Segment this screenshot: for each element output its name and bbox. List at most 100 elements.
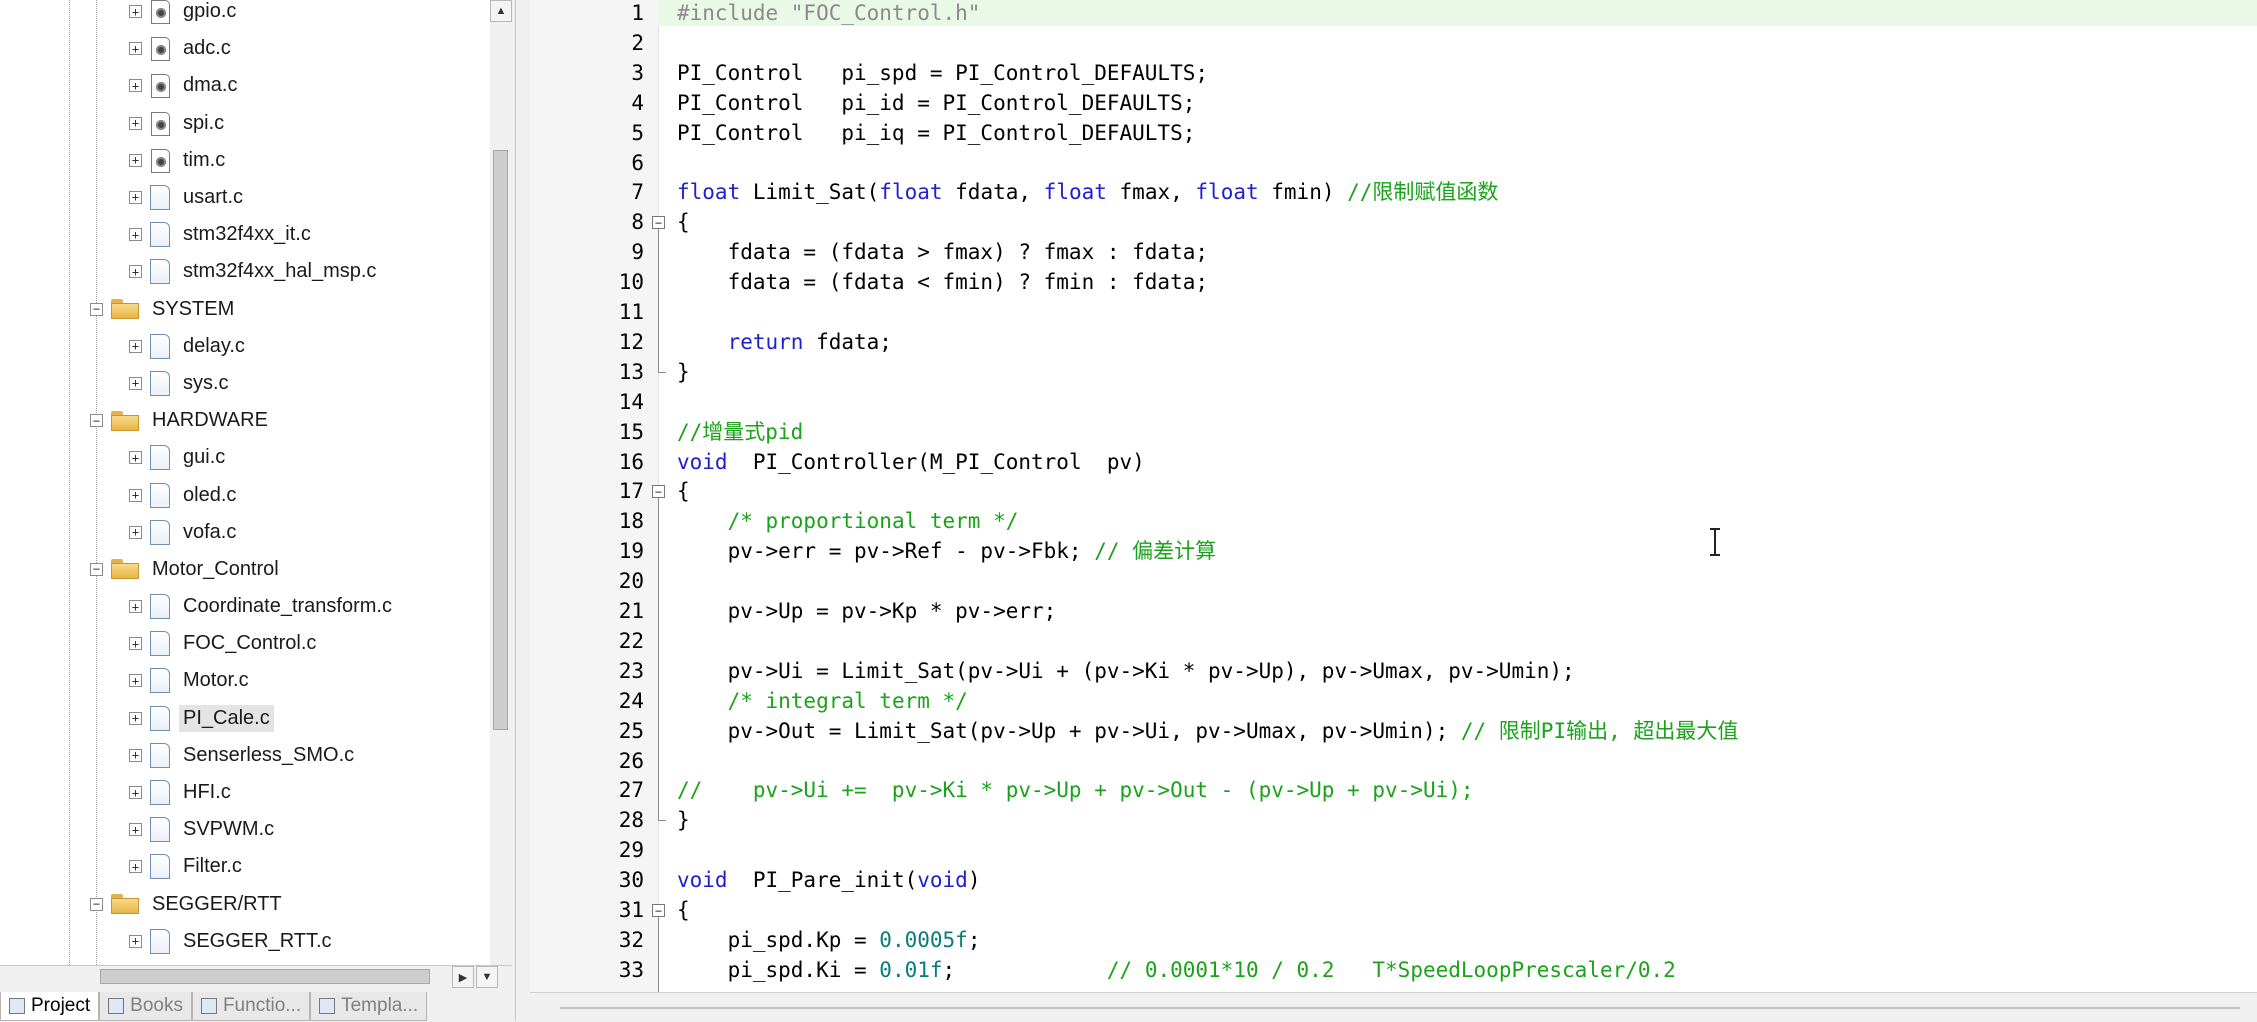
code-line[interactable]: 7 float Limit_Sat(float fdata, float fmax… [530,177,2257,207]
code-line[interactable]: 29 [530,835,2257,865]
code-line[interactable]: 16 void PI_Controller(M_PI_Control pv) [530,447,2257,477]
code-line[interactable]: 27 // pv->Ui += pv->Ki * pv->Up + pv->Out… [530,775,2257,805]
panel-tab[interactable]: Templa... [310,992,428,1021]
code-line[interactable]: 3 PI_Control pi_spd = PI_Control_DEFAULTS… [530,58,2257,88]
tree-file[interactable]: + Coordinate_transform.c [129,588,392,625]
code-line[interactable]: 22 [530,626,2257,656]
code-line[interactable]: 10 fdata = (fdata < fmin) ? fmin : fdata… [530,267,2257,297]
tree-horizontal-scrollbar[interactable]: ▶ ▼ [0,965,512,988]
tree-file[interactable]: + Filter.c [129,848,242,885]
code-line[interactable]: 19 pv->err = pv->Ref - pv->Fbk; // 偏差计算 [530,536,2257,566]
collapse-icon[interactable]: − [90,562,103,576]
expand-icon[interactable]: + [129,637,142,651]
tree-file[interactable]: + adc.c [129,30,231,67]
code-line[interactable]: 21 pv->Up = pv->Kp * pv->err; [530,596,2257,626]
code-line[interactable]: 33 pi_spd.Ki = 0.01f; // 0.0001*10 / 0.2… [530,955,2257,985]
tree-folder[interactable]: − HARDWARE [90,402,268,439]
expand-icon[interactable]: + [129,600,142,614]
tree-file[interactable]: + tim.c [129,142,225,179]
code-line[interactable]: 1 #include "FOC_Control.h" [530,0,2257,28]
tree-horizontal-scroll-thumb[interactable] [100,969,430,984]
expand-icon[interactable]: + [129,42,142,56]
expand-icon[interactable]: + [129,116,142,130]
expand-icon[interactable]: + [129,228,142,242]
code-line[interactable]: 15 //增量式pid [530,417,2257,447]
code-line[interactable]: 2 [530,28,2257,58]
code-line[interactable]: 26 [530,746,2257,776]
panel-tab[interactable]: Project [0,992,100,1021]
tree-file[interactable]: + stm32f4xx_it.c [129,216,311,253]
tree-file[interactable]: + delay.c [129,328,245,365]
tree-file[interactable]: + spi.c [129,105,224,142]
tree-file[interactable]: + FOC_Control.c [129,625,316,662]
collapse-icon[interactable]: − [90,302,103,316]
tree-file[interactable]: + sys.c [129,365,229,402]
code-line[interactable]: 14 [530,387,2257,417]
code-line[interactable]: 8 {− [530,207,2257,237]
editor-horizontal-scrollbar[interactable] [530,992,2257,1022]
scroll-up-button[interactable]: ▲ [490,0,512,22]
expand-icon[interactable]: + [129,79,142,93]
expand-icon[interactable]: + [129,339,142,353]
code-line[interactable]: 23 pv->Ui = Limit_Sat(pv->Ui + (pv->Ki *… [530,656,2257,686]
expand-icon[interactable]: + [129,190,142,204]
tree-file[interactable]: + Motor.c [129,662,249,699]
editor-scroll-track[interactable] [560,1007,2240,1009]
tree-file[interactable]: + SEGGER_RTT.c [129,923,332,960]
tree-vertical-scroll-thumb[interactable] [493,150,508,730]
collapse-icon[interactable]: − [90,414,103,428]
fold-collapse-icon[interactable]: − [652,904,665,918]
code-line[interactable]: 28} [530,805,2257,835]
expand-icon[interactable]: + [129,451,142,465]
tree-file[interactable]: + vofa.c [129,514,236,551]
code-line[interactable]: 25 pv->Out = Limit_Sat(pv->Up + pv->Ui, … [530,716,2257,746]
expand-icon[interactable]: + [129,674,142,688]
code-line[interactable]: 12 return fdata; [530,327,2257,357]
expand-icon[interactable]: + [129,5,142,18]
tree-file[interactable]: + SVPWM.c [129,811,274,848]
code-editor[interactable]: 1 #include "FOC_Control.h" 2 3 PI_Control pi… [530,0,2257,992]
tree-file[interactable]: + gpio.c [129,0,236,30]
tree-file[interactable]: + gui.c [129,439,225,476]
expand-icon[interactable]: + [129,823,142,837]
tree-vertical-scrollbar[interactable]: ▲ [490,0,512,965]
tree-file[interactable]: + dma.c [129,67,237,104]
code-line[interactable]: 6 [530,148,2257,178]
expand-icon[interactable]: + [129,934,142,948]
tree-file[interactable]: + usart.c [129,179,243,216]
code-line[interactable]: 32 pi_spd.Kp = 0.0005f; [530,925,2257,955]
tree-file[interactable]: + Senserless_SMO.c [129,737,354,774]
code-line[interactable]: 13} [530,357,2257,387]
code-line[interactable]: 20 [530,566,2257,596]
expand-icon[interactable]: + [129,748,142,762]
expand-icon[interactable]: + [129,786,142,800]
expand-icon[interactable]: + [129,488,142,502]
scroll-down-button[interactable]: ▼ [476,966,498,988]
tree-file[interactable]: + stm32f4xx_hal_msp.c [129,253,376,290]
code-line[interactable]: 24 /* integral term */ [530,686,2257,716]
expand-icon[interactable]: + [129,153,142,167]
tree-file[interactable]: + PI_Cale.c [129,700,274,737]
panel-tab[interactable]: Books [99,992,192,1021]
expand-icon[interactable]: + [129,265,142,279]
expand-icon[interactable]: + [129,860,142,874]
code-line[interactable]: 31 {− [530,895,2257,925]
code-line[interactable]: 17 {− [530,476,2257,506]
fold-collapse-icon[interactable]: − [652,216,665,230]
tree-file[interactable]: + oled.c [129,477,236,514]
tree-file[interactable]: + HFI.c [129,774,231,811]
panel-tab[interactable]: Functio... [191,992,311,1021]
scroll-right-button[interactable]: ▶ [452,966,474,988]
code-line[interactable]: 4 PI_Control pi_id = PI_Control_DEFAULTS; [530,88,2257,118]
collapse-icon[interactable]: − [90,897,103,911]
expand-icon[interactable]: + [129,376,142,390]
code-line[interactable]: 11 [530,297,2257,327]
code-line[interactable]: 30 void PI_Pare_init(void) [530,865,2257,895]
code-line[interactable]: 9 fdata = (fdata > fmax) ? fmax : fdata; [530,237,2257,267]
tree-folder[interactable]: − Motor_Control [90,551,279,588]
expand-icon[interactable]: + [129,525,142,539]
expand-icon[interactable]: + [129,711,142,725]
tree-folder[interactable]: − SYSTEM [90,291,234,328]
code-line[interactable]: 18 /* proportional term */ [530,506,2257,536]
fold-collapse-icon[interactable]: − [652,485,665,499]
